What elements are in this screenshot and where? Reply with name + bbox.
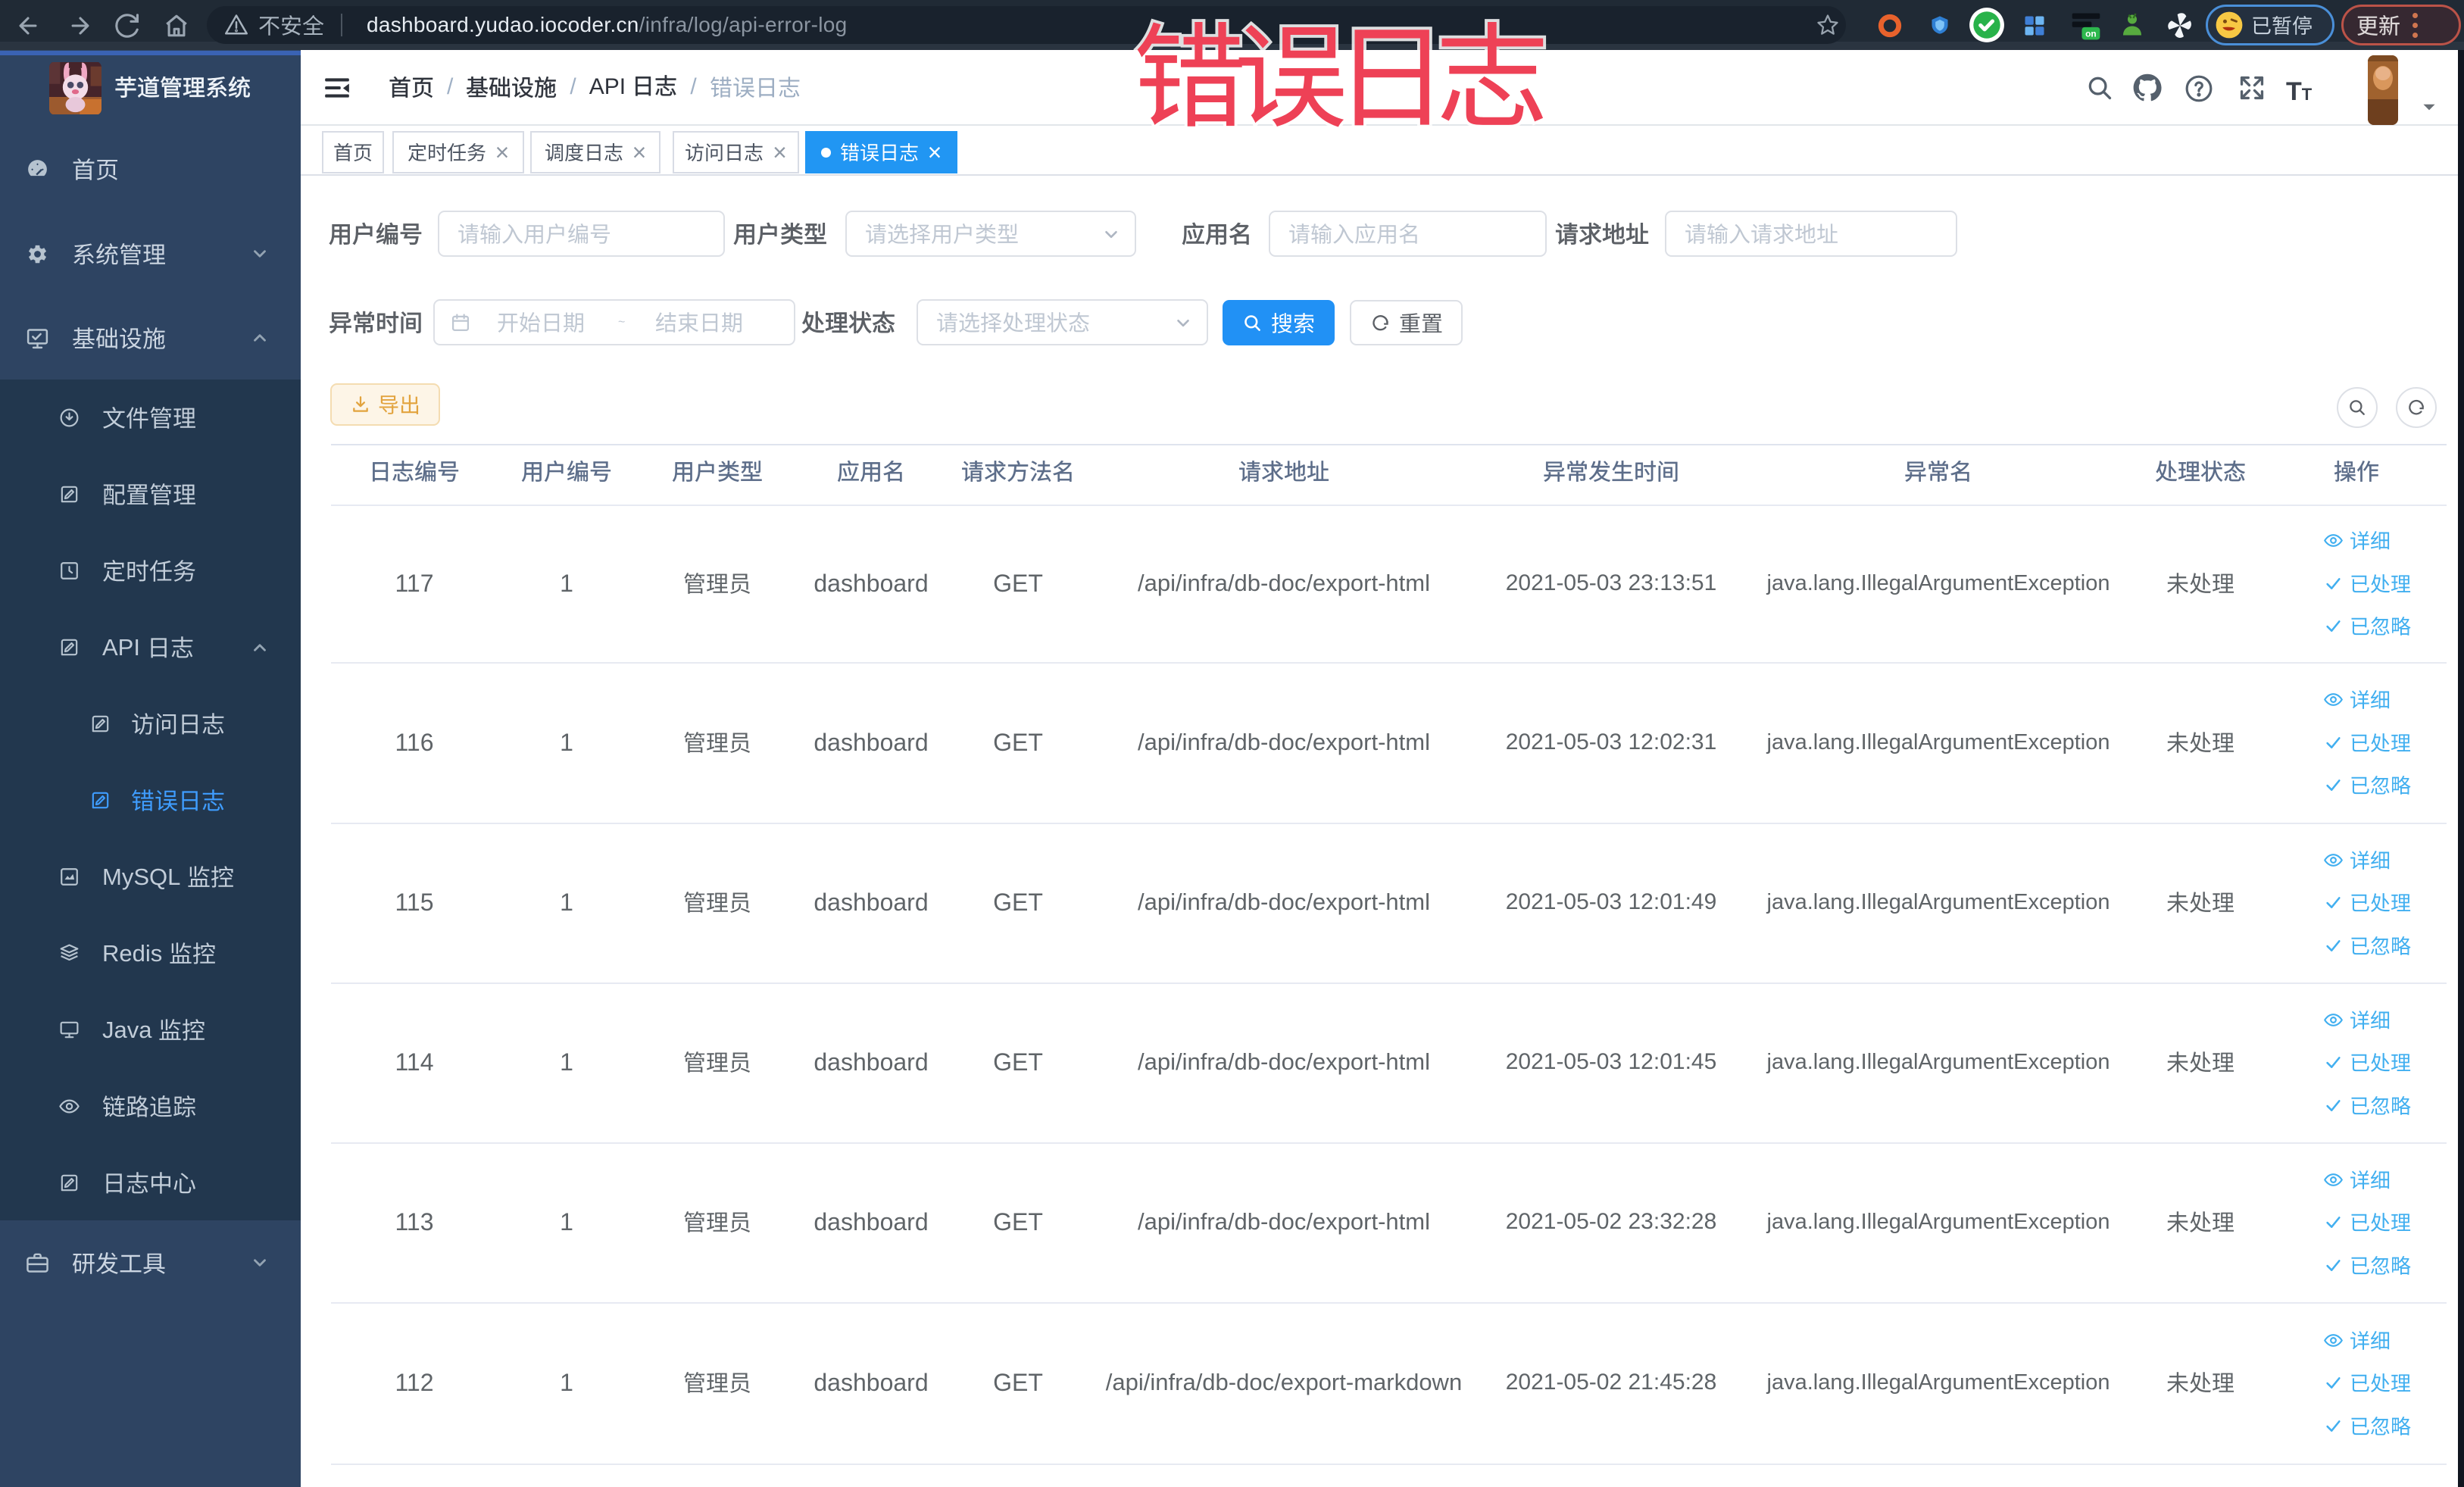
- svg-text:on: on: [2085, 29, 2097, 39]
